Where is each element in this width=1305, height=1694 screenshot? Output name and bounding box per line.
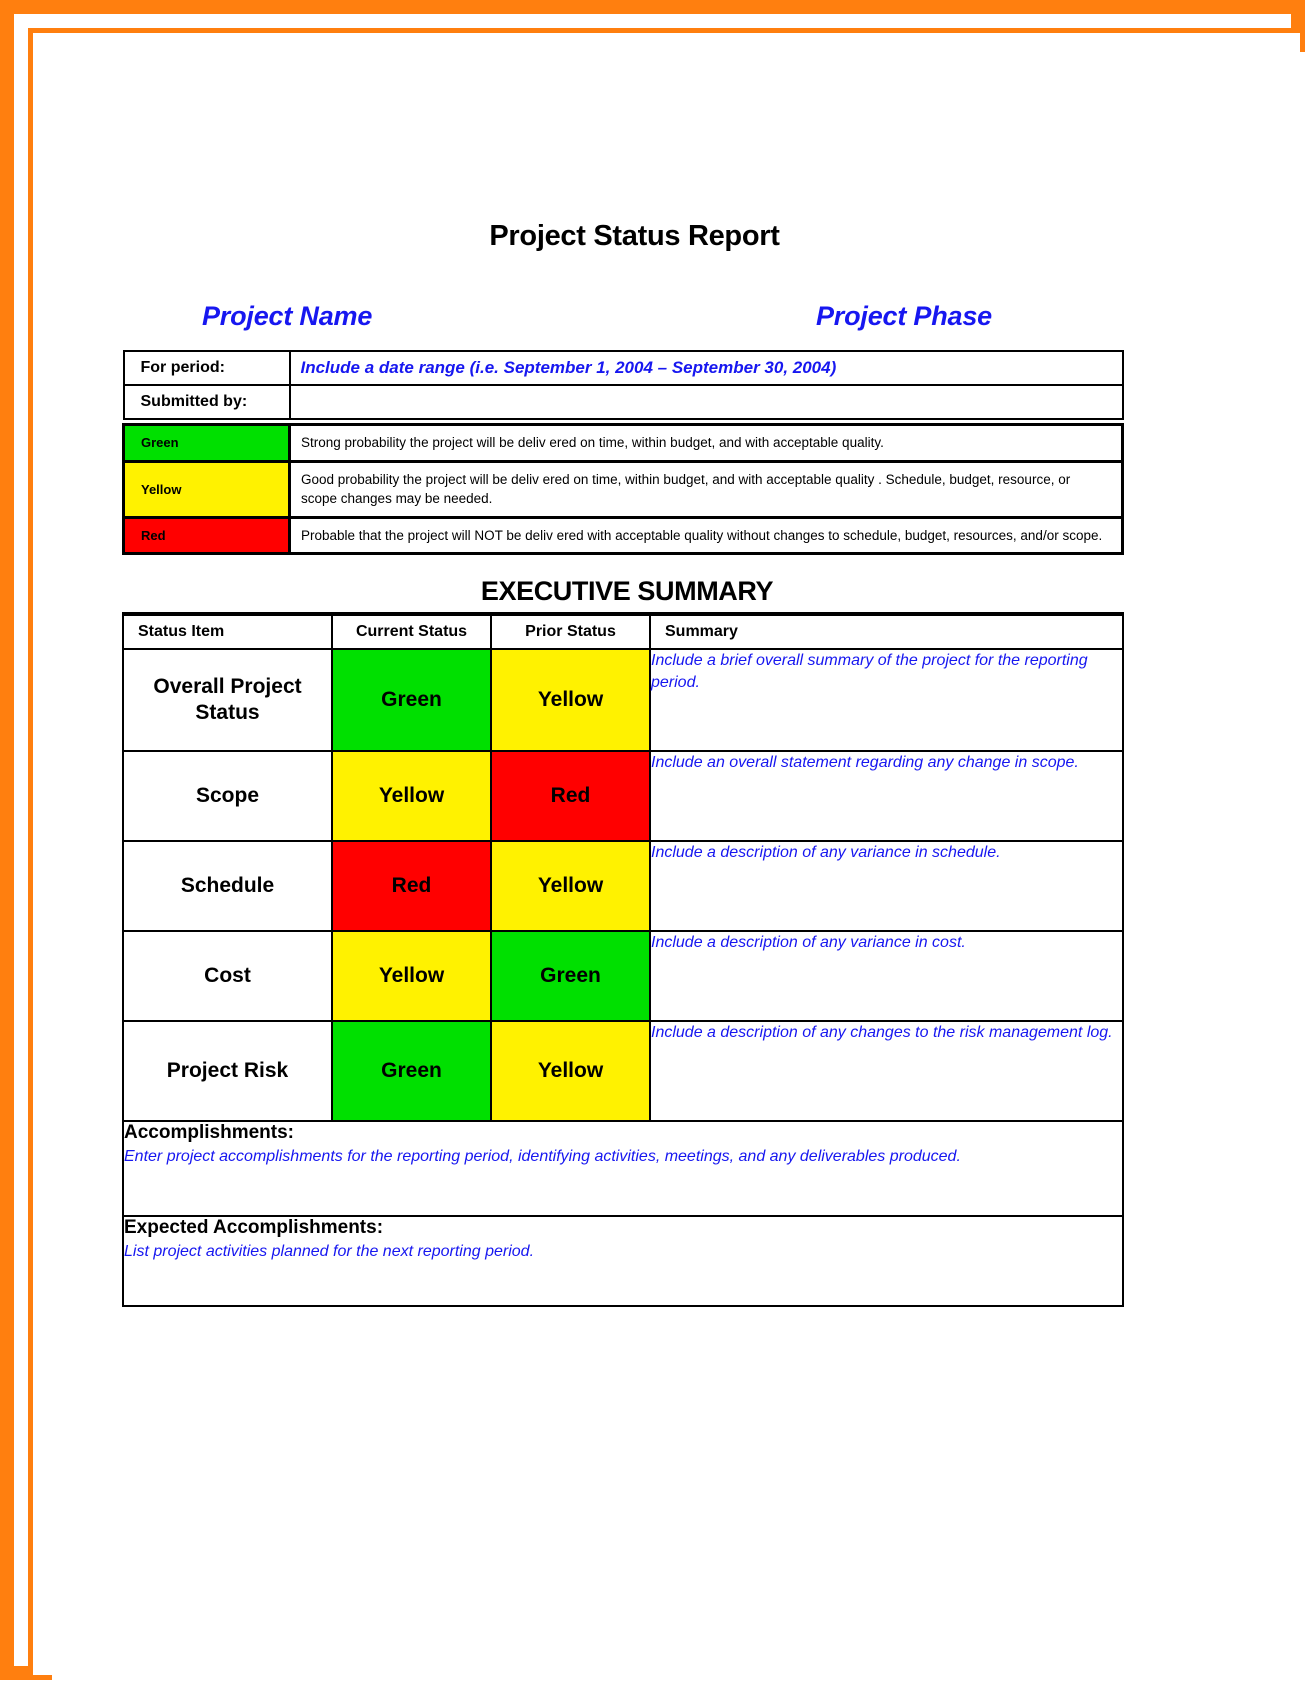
prior-status-project-risk[interactable]: Yellow	[490, 1020, 651, 1122]
expected-accomplishments-row: Expected Accomplishments: List project a…	[122, 1215, 1124, 1307]
page-title: Project Status Report	[489, 220, 780, 252]
summary-scope[interactable]: Include an overall statement regarding a…	[649, 750, 1124, 842]
legend-swatch-red: Red	[122, 515, 291, 556]
legend-description-red: Probable that the project will NOT be de…	[288, 515, 1124, 556]
report-header-table: For period: Include a date range (i.e. S…	[122, 350, 1124, 556]
current-status-cost[interactable]: Yellow	[331, 930, 492, 1022]
summary-cost[interactable]: Include a description of any variance in…	[649, 930, 1124, 1022]
legend-description-green: Strong probability the project will be d…	[288, 423, 1124, 463]
status-item-schedule: Schedule	[122, 840, 333, 932]
table-row: Scope Yellow Red Include an overall stat…	[122, 750, 1124, 842]
submitted-by-value[interactable]	[288, 384, 1124, 420]
page-inner-frame: Project Status Report Project Name Proje…	[28, 28, 1305, 1694]
column-header-summary: Summary	[649, 612, 1124, 650]
project-name-heading: Project Name	[202, 301, 373, 331]
accomplishments-title: Accomplishments:	[124, 1122, 294, 1143]
legend-description-yellow: Good probability the project will be del…	[288, 459, 1124, 519]
column-header-status-item: Status Item	[122, 612, 333, 650]
status-item-scope: Scope	[122, 750, 333, 842]
legend-row-yellow: Yellow Good probability the project will…	[122, 459, 1124, 519]
project-heading-row: Project Name Project Phase	[122, 301, 1132, 339]
current-status-overall-project-status[interactable]: Green	[331, 648, 492, 752]
page-orange-frame: Project Status Report Project Name Proje…	[0, 0, 1305, 1694]
accomplishments-section[interactable]: Accomplishments: Enter project accomplis…	[122, 1120, 1124, 1217]
table-row: Overall Project Status Green Yellow Incl…	[122, 648, 1124, 752]
table-row: Project Risk Green Yellow Include a desc…	[122, 1020, 1124, 1122]
summary-overall-project-status[interactable]: Include a brief overall summary of the p…	[649, 648, 1124, 752]
executive-summary-title: EXECUTIVE SUMMARY	[480, 576, 774, 606]
expected-accomplishments-title: Expected Accomplishments:	[124, 1217, 384, 1238]
legend-row-green: Green Strong probability the project wil…	[122, 423, 1124, 463]
accomplishments-text[interactable]: Enter project accomplishments for the re…	[124, 1146, 1122, 1168]
exec-table-header-row: Status Item Current Status Prior Status …	[122, 612, 1124, 650]
summary-project-risk[interactable]: Include a description of any changes to …	[649, 1020, 1124, 1122]
for-period-value[interactable]: Include a date range (i.e. September 1, …	[288, 350, 1124, 386]
current-status-project-risk[interactable]: Green	[331, 1020, 492, 1122]
expected-accomplishments-text[interactable]: List project activities planned for the …	[124, 1241, 1122, 1263]
table-row: Cost Yellow Green Include a description …	[122, 930, 1124, 1022]
summary-schedule[interactable]: Include a description of any variance in…	[649, 840, 1124, 932]
current-status-scope[interactable]: Yellow	[331, 750, 492, 842]
submitted-by-label: Submitted by:	[122, 384, 291, 420]
for-period-label: For period:	[122, 350, 291, 386]
submitted-by-row: Submitted by:	[122, 384, 1124, 420]
expected-accomplishments-section[interactable]: Expected Accomplishments: List project a…	[122, 1215, 1124, 1307]
prior-status-scope[interactable]: Red	[490, 750, 651, 842]
legend-swatch-green: Green	[122, 423, 291, 463]
status-item-cost: Cost	[122, 930, 333, 1022]
prior-status-cost[interactable]: Green	[490, 930, 651, 1022]
prior-status-schedule[interactable]: Yellow	[490, 840, 651, 932]
table-row: Schedule Red Yellow Include a descriptio…	[122, 840, 1124, 932]
accomplishments-row: Accomplishments: Enter project accomplis…	[122, 1120, 1124, 1217]
legend-row-red: Red Probable that the project will NOT b…	[122, 515, 1124, 556]
for-period-row: For period: Include a date range (i.e. S…	[122, 350, 1124, 386]
prior-status-overall-project-status[interactable]: Yellow	[490, 648, 651, 752]
project-phase-heading: Project Phase	[816, 301, 992, 331]
status-item-overall-project-status: Overall Project Status	[122, 648, 333, 752]
column-header-prior-status: Prior Status	[490, 612, 651, 650]
executive-summary-table: Status Item Current Status Prior Status …	[122, 612, 1124, 1307]
current-status-schedule[interactable]: Red	[331, 840, 492, 932]
column-header-current-status: Current Status	[331, 612, 492, 650]
document-sheet: Project Status Report Project Name Proje…	[52, 52, 1305, 1694]
status-item-project-risk: Project Risk	[122, 1020, 333, 1122]
legend-swatch-yellow: Yellow	[122, 459, 291, 519]
